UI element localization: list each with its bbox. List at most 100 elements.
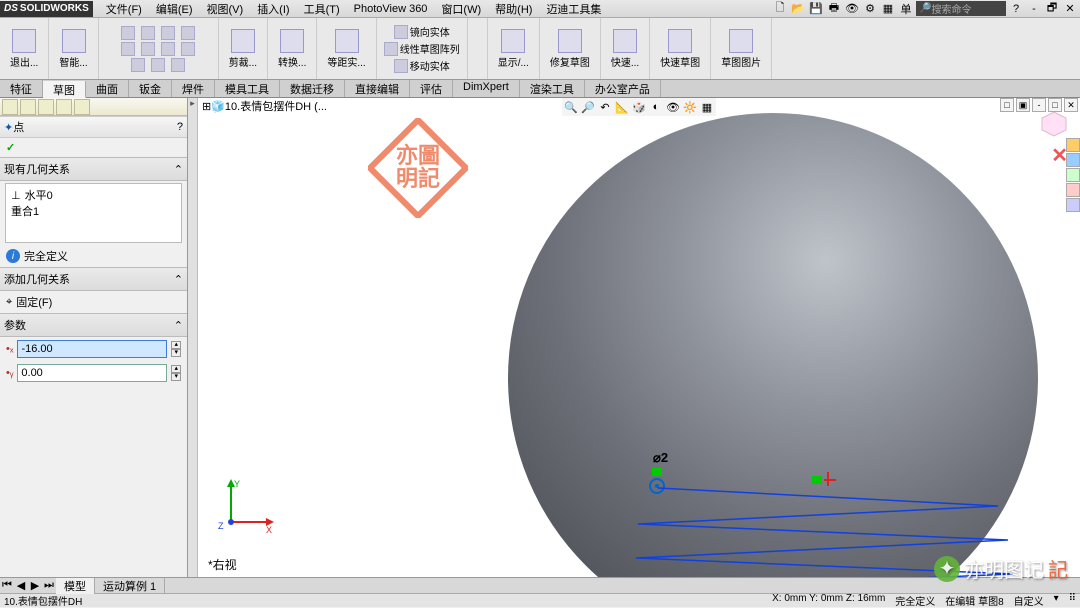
snap-button[interactable]: 快速草图 (656, 28, 704, 70)
convert-button[interactable]: 转换... (274, 28, 310, 70)
view-cube[interactable] (1040, 110, 1068, 138)
grid-icon[interactable]: 单 (898, 1, 914, 17)
scene-icon[interactable]: ▦ (699, 99, 715, 115)
text-tool[interactable] (180, 41, 196, 57)
close-icon[interactable]: ✕ (1062, 1, 1078, 17)
chev-icon[interactable]: ⌃ (174, 319, 183, 332)
doc-title[interactable]: 10.表情包摆件DH (... (225, 98, 327, 114)
save-icon[interactable]: 💾 (808, 1, 824, 17)
help-icon[interactable]: ? (1008, 1, 1024, 17)
pm-tab1-icon[interactable] (2, 99, 18, 115)
menu-edit[interactable]: 编辑(E) (149, 1, 200, 17)
repair-button[interactable]: 修复草图 (546, 28, 594, 70)
tab-eval[interactable]: 评估 (410, 80, 453, 97)
tree-toggle-icon[interactable]: ⊞ (202, 100, 211, 113)
param-y-input[interactable] (17, 364, 167, 382)
move-button[interactable]: 移动实体 (393, 57, 451, 74)
command-search[interactable]: 🔎 搜索命令 (916, 1, 1006, 16)
pm-tab5-icon[interactable] (74, 99, 90, 115)
menu-photoview[interactable]: PhotoView 360 (347, 3, 435, 15)
quick-button[interactable]: 快速... (607, 28, 643, 70)
tab-weldment[interactable]: 焊件 (172, 80, 215, 97)
rect-tool[interactable] (180, 25, 196, 41)
rebuild-icon[interactable]: 👁 (844, 1, 860, 17)
display-button[interactable]: 显示/... (494, 28, 533, 70)
point-tool[interactable] (140, 41, 156, 57)
dimension-label[interactable]: ⌀2 (653, 450, 668, 466)
tab-sketch[interactable]: 草图 (43, 81, 86, 98)
tab-render[interactable]: 渲染工具 (520, 80, 585, 97)
pane-1-icon[interactable]: □ (1000, 98, 1014, 112)
tab-next-icon[interactable]: ▶ (28, 579, 42, 592)
confirm-button[interactable]: ✓ (0, 138, 187, 157)
linear-pattern-button[interactable]: 线性草图阵列 (383, 40, 461, 57)
restore-icon[interactable]: 🗗 (1044, 1, 1060, 17)
pm-tab4-icon[interactable] (56, 99, 72, 115)
menu-file[interactable]: 文件(F) (99, 1, 149, 17)
pm-tab2-icon[interactable] (20, 99, 36, 115)
graphics-canvas[interactable]: ⊞ 🧊 10.表情包摆件DH (... 🔍 🔎 ↶ 📐 🎲 ◐ 👁 🔆 ▦ □ … (198, 98, 1080, 577)
appearance-icon[interactable]: 🔆 (682, 99, 698, 115)
menu-maidi[interactable]: 迈迪工具集 (539, 1, 608, 17)
new-icon[interactable]: 🗋 (772, 1, 788, 17)
collapse-arrow-icon[interactable]: ▸ (188, 98, 197, 112)
smart-dim-button[interactable]: 智能... (55, 28, 91, 70)
tab-office[interactable]: 办公室产品 (585, 80, 661, 97)
view-triad[interactable]: Y X Z (216, 477, 276, 537)
tab-mold[interactable]: 模具工具 (215, 80, 280, 97)
param-x-input[interactable] (17, 340, 167, 358)
section-icon[interactable]: 📐 (614, 99, 630, 115)
palette-lib-icon[interactable] (1066, 153, 1080, 167)
display-style-icon[interactable]: ◐ (648, 99, 664, 115)
exit-sketch-button[interactable]: 退出... (6, 28, 42, 70)
mirror-button[interactable]: 镜向实体 (393, 23, 451, 40)
tab-direct[interactable]: 直接编辑 (345, 80, 410, 97)
tab-surface[interactable]: 曲面 (86, 80, 129, 97)
offset-button[interactable]: 等距实... (323, 28, 369, 70)
pin-icon[interactable]: ? (177, 121, 183, 133)
polygon-tool[interactable] (130, 57, 146, 73)
arc-tool[interactable] (160, 25, 176, 41)
print-icon[interactable]: 🖶 (826, 1, 842, 17)
view-orient-icon[interactable]: 🎲 (631, 99, 647, 115)
trim-button[interactable]: 剪裁... (225, 28, 261, 70)
tab-data[interactable]: 数据迁移 (280, 80, 345, 97)
param-y-spinner[interactable]: ▴▾ (171, 365, 181, 381)
pm-tab3-icon[interactable] (38, 99, 54, 115)
spline-tool[interactable] (120, 41, 136, 57)
palette-appear-icon[interactable] (1066, 183, 1080, 197)
tab-dimxpert[interactable]: DimXpert (453, 80, 520, 97)
options-icon[interactable]: ⚙ (862, 1, 878, 17)
tab-first-icon[interactable]: ⏮ (0, 579, 14, 592)
menu-tools[interactable]: 工具(T) (297, 1, 347, 17)
ellipse-tool[interactable] (150, 57, 166, 73)
circle-tool[interactable] (140, 25, 156, 41)
tab-feature[interactable]: 特征 (0, 80, 43, 97)
minimize-icon[interactable]: - (1026, 1, 1042, 17)
open-icon[interactable]: 📂 (790, 1, 806, 17)
menu-insert[interactable]: 插入(I) (250, 1, 296, 17)
param-x-spinner[interactable]: ▴▾ (171, 341, 181, 357)
tab-last-icon[interactable]: ⏭ (42, 579, 56, 592)
picture-button[interactable]: 草图图片 (717, 28, 765, 70)
tab-prev-icon[interactable]: ◀ (14, 579, 28, 592)
status-custom[interactable]: 自定义 (1014, 593, 1044, 608)
prev-view-icon[interactable]: ↶ (597, 99, 613, 115)
menu-help[interactable]: 帮助(H) (488, 1, 539, 17)
menu-view[interactable]: 视图(V) (200, 1, 251, 17)
slot-tool[interactable] (160, 41, 176, 57)
fix-row[interactable]: ⌖ 固定(F) (0, 291, 187, 313)
hide-show-icon[interactable]: 👁 (665, 99, 681, 115)
addin-icon[interactable]: ▦ (880, 1, 896, 17)
tab-motion[interactable]: 运动算例 1 (95, 578, 165, 594)
divider[interactable]: ▸ (188, 98, 198, 577)
palette-home-icon[interactable] (1066, 138, 1080, 152)
relation-list[interactable]: ⊥水平0 重合1 (5, 183, 182, 243)
palette-view-icon[interactable] (1066, 168, 1080, 182)
tab-model[interactable]: 模型 (56, 578, 95, 594)
pane-2-icon[interactable]: ▣ (1016, 98, 1030, 112)
zoom-fit-icon[interactable]: 🔍 (563, 99, 579, 115)
status-unit-icon[interactable]: ▾ (1054, 593, 1059, 608)
tab-sheetmetal[interactable]: 钣金 (129, 80, 172, 97)
menu-window[interactable]: 窗口(W) (434, 1, 488, 17)
